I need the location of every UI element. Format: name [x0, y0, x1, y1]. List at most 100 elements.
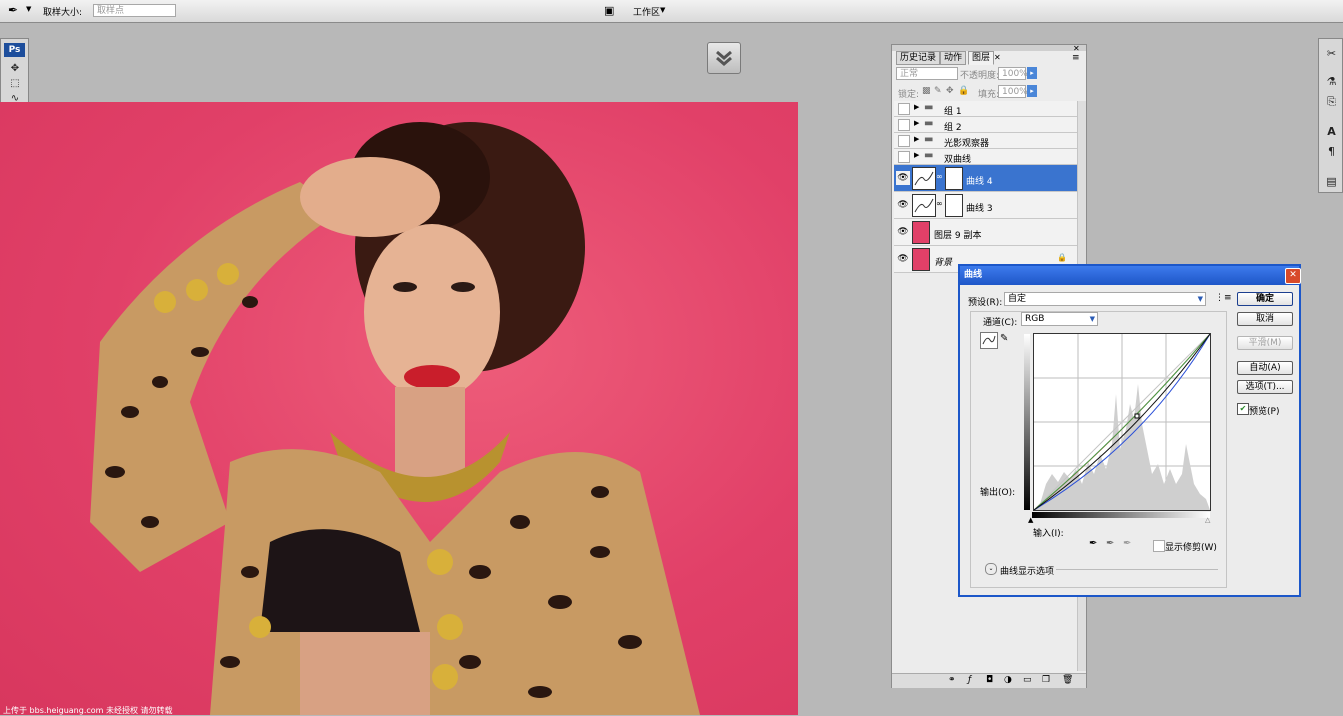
add-mask-icon[interactable]: ◘	[986, 675, 993, 685]
lock-all-icon[interactable]: 🔒	[958, 86, 969, 96]
layer-row-curves-4[interactable]: 👁 ∞ 曲线 4	[894, 165, 1077, 192]
expand-arrow-icon[interactable]: ▶	[914, 151, 919, 159]
options-button[interactable]: 选项(T)...	[1237, 380, 1293, 394]
preset-select[interactable]: 自定 ▼	[1004, 292, 1206, 306]
visibility-toggle[interactable]	[898, 103, 910, 115]
layer-name: 组 2	[944, 123, 962, 133]
channel-select[interactable]: RGB ▼	[1021, 312, 1098, 326]
display-options-label[interactable]: 曲线显示选项	[1000, 564, 1054, 577]
white-eyedropper-icon[interactable]: ✒	[1123, 538, 1131, 549]
curves-title-bar[interactable]: 曲线 ✕	[960, 266, 1301, 285]
tools-icon[interactable]: ✂	[1325, 47, 1338, 60]
folder-icon: ▬	[924, 118, 934, 129]
smooth-button[interactable]: 平滑(M)	[1237, 336, 1293, 350]
pencil-icon[interactable]: ✎	[1000, 333, 1008, 344]
layer-row-double-curves[interactable]: ▶ ▬ 双曲线	[894, 149, 1077, 165]
sample-size-value: 取样点	[97, 6, 125, 16]
expand-arrow-icon[interactable]: ▶	[914, 103, 919, 111]
chevron-down-icon[interactable]: ▼	[660, 6, 665, 14]
blend-mode-value: 正常	[900, 69, 919, 79]
curves-icon	[914, 171, 934, 186]
brushes-icon[interactable]: ⚗	[1325, 75, 1338, 88]
auto-button[interactable]: 自动(A)	[1237, 361, 1293, 375]
eye-icon[interactable]: 👁	[896, 171, 910, 185]
black-point-slider[interactable]: ▲	[1028, 516, 1033, 524]
clone-source-icon[interactable]: ⎘	[1325, 95, 1338, 108]
tab-close-icon[interactable]: ✕	[994, 53, 1001, 62]
character-icon[interactable]: A	[1325, 125, 1338, 138]
black-eyedropper-icon[interactable]: ✒	[1089, 538, 1097, 549]
new-group-icon[interactable]: ▭	[1023, 675, 1032, 685]
new-layer-icon[interactable]: ❐	[1042, 675, 1050, 685]
cancel-button[interactable]: 取消	[1237, 312, 1293, 326]
preview-label: 预览(P)	[1249, 407, 1280, 417]
ok-button[interactable]: 确定	[1237, 292, 1293, 306]
close-icon[interactable]: ✕	[1285, 268, 1301, 284]
opacity-label: 不透明度:	[960, 71, 1000, 81]
collapse-arrow-button[interactable]	[707, 42, 741, 74]
tab-actions[interactable]: 动作	[940, 51, 967, 65]
tab-layers[interactable]: 图层	[968, 51, 995, 65]
paragraph-icon[interactable]: ¶	[1325, 145, 1338, 158]
layer-row-layer-9-copy[interactable]: 👁 图层 9 副本	[894, 219, 1077, 246]
layer-row-group-2[interactable]: ▶ ▬ 组 2	[894, 117, 1077, 133]
marquee-tool-icon[interactable]: ⬚	[8, 78, 22, 90]
curve-tool-icon	[982, 335, 996, 345]
canvas-image[interactable]	[0, 102, 798, 715]
show-clipping-label: 显示修剪(W)	[1165, 543, 1217, 553]
eyedropper-icon[interactable]: ✒	[8, 3, 18, 17]
layer-row-curves-3[interactable]: 👁 ∞ 曲线 3	[894, 192, 1077, 219]
layer-name: 双曲线	[944, 155, 972, 165]
curve-control-point[interactable]	[1134, 413, 1140, 419]
panel-menu-icon[interactable]: ≡	[1072, 53, 1080, 63]
layer-row-group-1[interactable]: ▶ ▬ 组 1	[894, 101, 1077, 117]
white-point-slider[interactable]: △	[1205, 516, 1210, 524]
visibility-toggle[interactable]	[898, 135, 910, 147]
preset-value: 自定	[1008, 294, 1027, 304]
visibility-toggle[interactable]	[898, 151, 910, 163]
preview-checkbox[interactable]: ✔	[1237, 403, 1249, 415]
opacity-input[interactable]: 100%	[998, 67, 1028, 80]
fill-arrow-icon[interactable]: ▸	[1027, 85, 1037, 97]
expand-options-icon[interactable]: ⌄	[985, 563, 997, 575]
fill-input[interactable]: 100%	[998, 85, 1028, 98]
curves-adjustment-thumbnail	[912, 167, 936, 190]
tab-history[interactable]: 历史记录	[896, 51, 941, 65]
workspace-button[interactable]: 工作区	[633, 5, 660, 18]
camera-icon[interactable]: ▣	[604, 4, 614, 17]
double-chevron-down-icon	[716, 50, 732, 66]
layers-bottom-bar: ⚭ ƒ ◘ ◑ ▭ ❐ 🗑	[892, 673, 1086, 688]
show-clipping-checkbox[interactable]	[1153, 540, 1165, 552]
eye-icon[interactable]: 👁	[896, 252, 910, 266]
expand-arrow-icon[interactable]: ▶	[914, 119, 919, 127]
layer-style-icon[interactable]: ƒ	[968, 675, 971, 685]
folder-icon: ▬	[924, 150, 934, 161]
link-layers-icon[interactable]: ⚭	[948, 675, 956, 685]
move-tool-icon[interactable]: ✥	[8, 63, 22, 75]
fill-label: 填充:	[978, 90, 1000, 100]
chain-link-icon: ∞	[936, 172, 943, 181]
sample-size-select[interactable]: 取样点	[93, 4, 176, 17]
curve-point-tool[interactable]	[980, 332, 998, 349]
close-icon[interactable]: ✕	[1073, 44, 1080, 53]
lock-move-icon[interactable]: ✥	[946, 86, 954, 96]
lock-transparency-icon[interactable]: ▩	[922, 86, 931, 96]
right-dock: ✂ ⚗ ⎘ A ¶ ▤	[1318, 38, 1343, 193]
watermark-text: 上传于 bbs.heiguang.com 未经授权 请勿转载	[3, 706, 173, 715]
visibility-toggle[interactable]	[898, 119, 910, 131]
layer-name: 背景	[934, 258, 953, 268]
gray-eyedropper-icon[interactable]: ✒	[1106, 538, 1114, 549]
opacity-arrow-icon[interactable]: ▸	[1027, 67, 1037, 79]
chevron-down-icon[interactable]: ▼	[26, 5, 31, 13]
blend-mode-select[interactable]: 正常	[896, 67, 958, 80]
eye-icon[interactable]: 👁	[896, 225, 910, 239]
preset-options-icon[interactable]: ⋮≡	[1215, 293, 1232, 303]
layer-row-light-observer[interactable]: ▶ ▬ 光影观察器	[894, 133, 1077, 149]
curves-graph[interactable]	[1033, 333, 1211, 511]
trash-icon[interactable]: 🗑	[1062, 675, 1073, 685]
lock-brush-icon[interactable]: ✎	[934, 86, 942, 96]
layer-comps-icon[interactable]: ▤	[1325, 175, 1338, 188]
eye-icon[interactable]: 👁	[896, 198, 910, 212]
expand-arrow-icon[interactable]: ▶	[914, 135, 919, 143]
adjustment-layer-icon[interactable]: ◑	[1004, 675, 1012, 685]
